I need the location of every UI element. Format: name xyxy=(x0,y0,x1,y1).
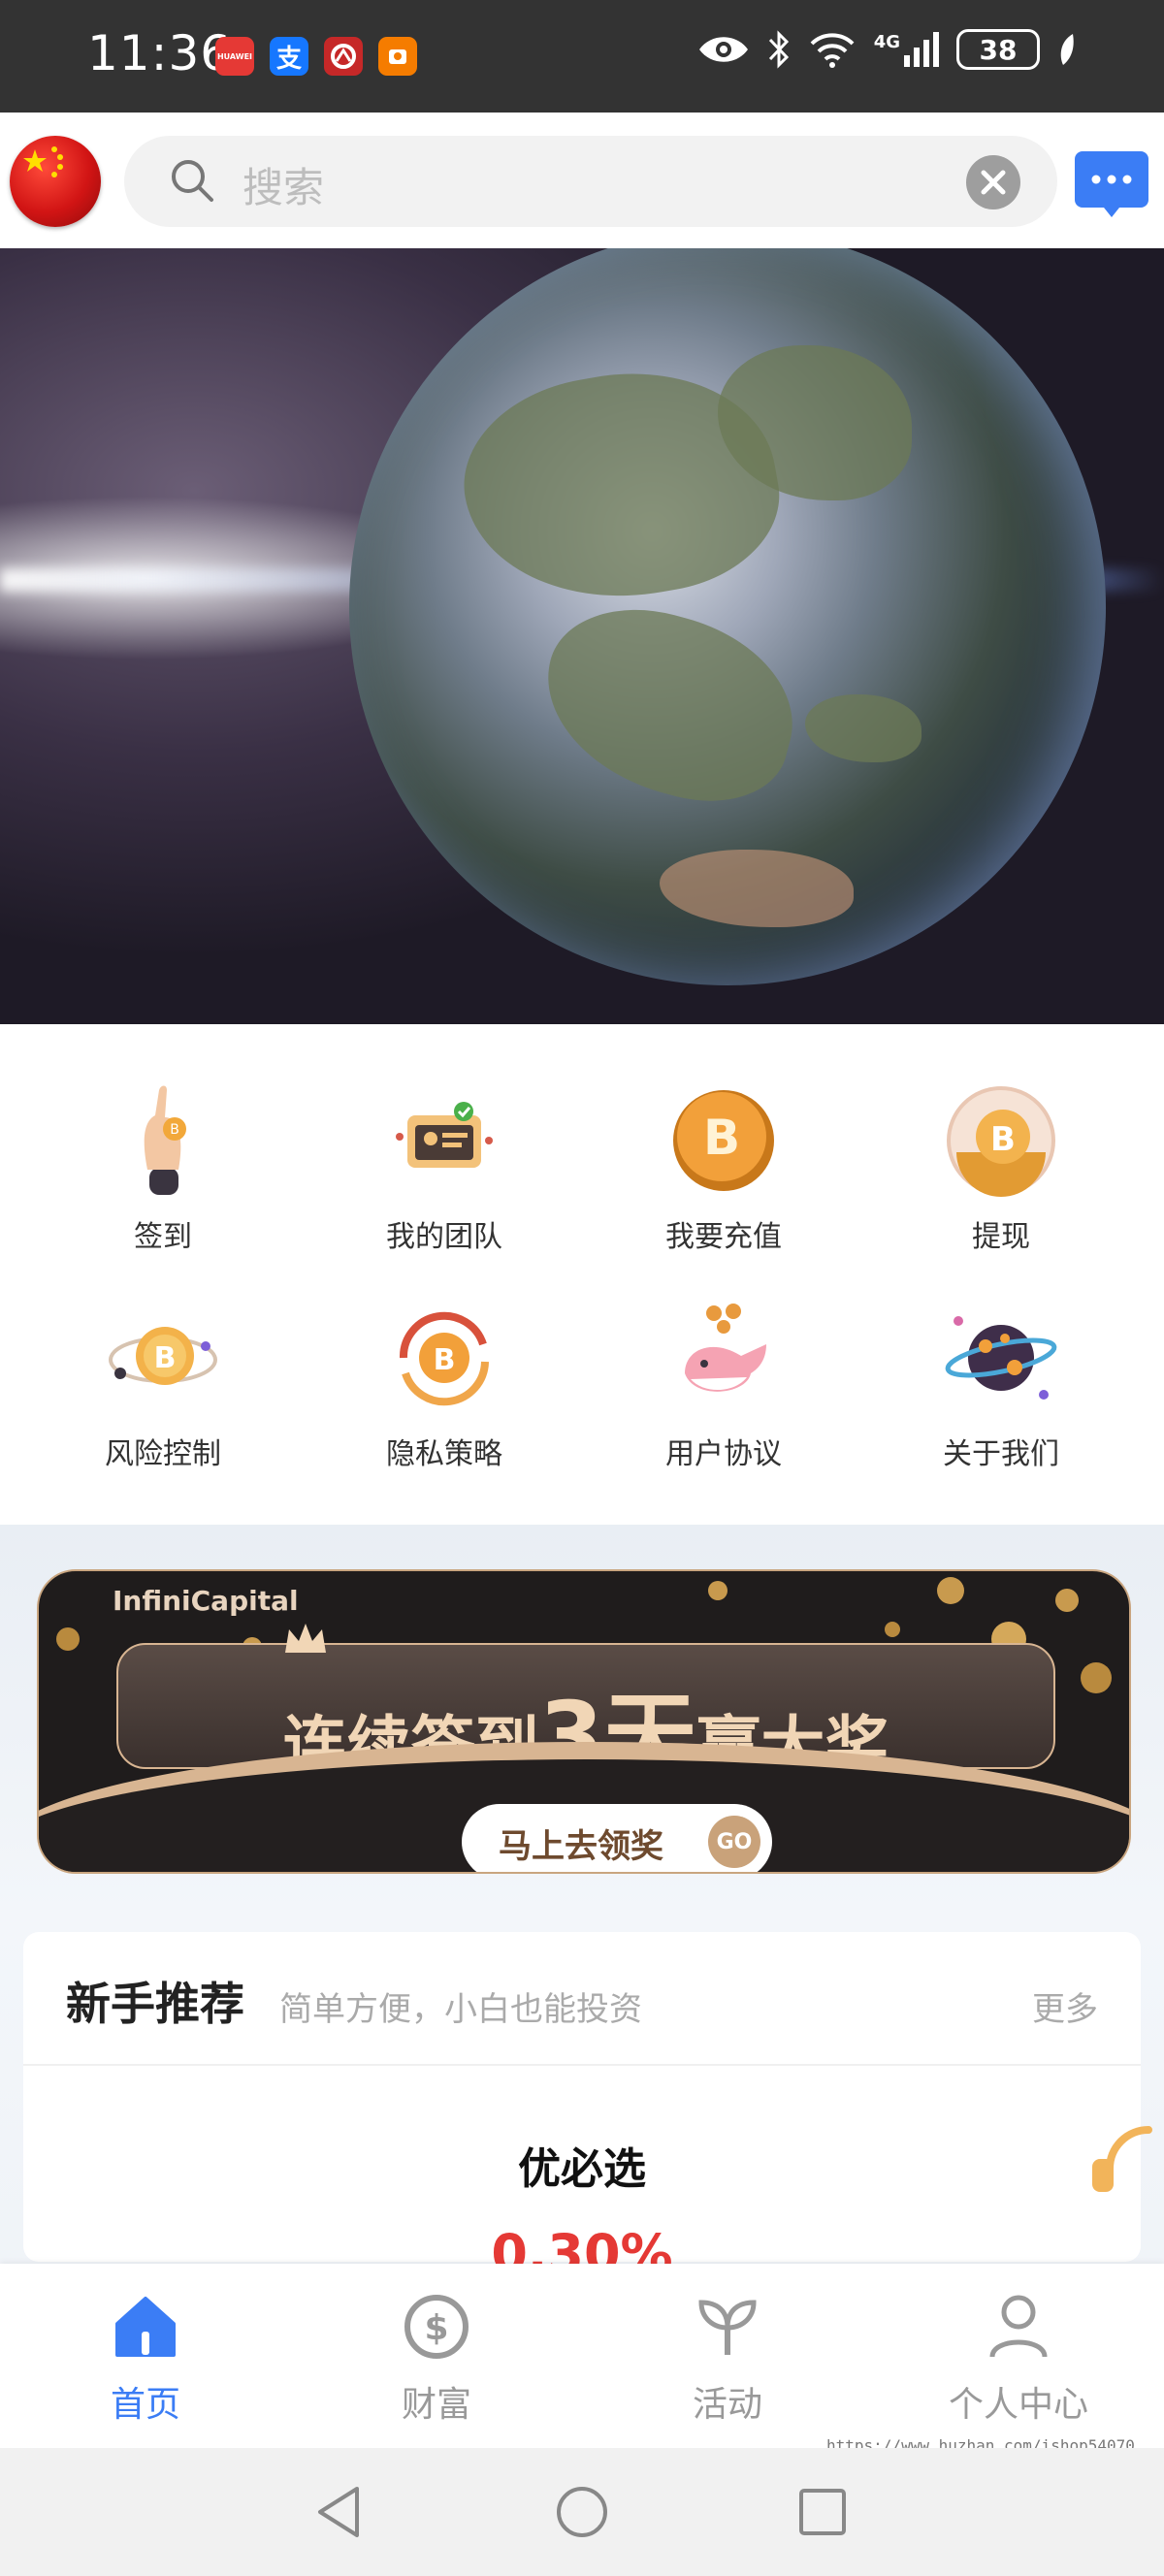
status-app-icons: HUAWEI 支 xyxy=(215,37,417,76)
grid-item-user-agreement[interactable]: 用户协议 xyxy=(607,1300,840,1472)
claim-prize-label: 马上去领奖 xyxy=(499,1827,663,1866)
recent-apps-icon[interactable] xyxy=(797,2487,848,2537)
eye-icon xyxy=(698,37,748,62)
svg-text:$: $ xyxy=(424,2308,448,2348)
tab-home[interactable]: 首页 xyxy=(0,2293,291,2427)
search-icon xyxy=(172,160,213,202)
status-time: 11:36 xyxy=(87,25,233,81)
grid-item-team[interactable]: 我的团队 xyxy=(328,1082,561,1255)
message-button[interactable] xyxy=(1075,151,1148,217)
orange-app-icon xyxy=(378,37,417,76)
search-input[interactable]: 搜索 xyxy=(242,155,324,214)
card-title: 新手推荐 xyxy=(66,1978,244,2030)
tab-label: 财富 xyxy=(401,2385,471,2425)
grid-label: 关于我们 xyxy=(943,1437,1059,1471)
team-card-icon xyxy=(396,1102,493,1168)
product-name[interactable]: 优必选 xyxy=(23,2134,1141,2196)
china-flag-icon xyxy=(23,146,63,177)
status-bar: 11:36 HUAWEI 支 4G 38 xyxy=(0,0,1164,113)
customer-service-icon[interactable] xyxy=(1090,2110,1164,2217)
grid-label: 隐私策略 xyxy=(386,1437,502,1471)
whale-icon xyxy=(685,1304,766,1392)
grid-label: 我要充值 xyxy=(665,1220,782,1254)
claim-prize-button[interactable]: 马上去领奖 GO xyxy=(462,1804,772,1872)
card-subtitle: 简单方便，小白也能投资 xyxy=(279,1990,642,2029)
earth-globe-image xyxy=(349,248,1106,985)
svg-text:B: B xyxy=(154,1341,177,1375)
top-header: 搜索 xyxy=(0,113,1164,248)
hand-coin-icon: B xyxy=(144,1085,186,1195)
tab-label: 个人中心 xyxy=(948,2385,1088,2425)
tab-wealth[interactable]: $ 财富 xyxy=(291,2293,582,2427)
grid-label: 风险控制 xyxy=(105,1437,221,1471)
grid-item-privacy[interactable]: B 隐私策略 xyxy=(328,1300,561,1472)
risk-orbit-icon: B xyxy=(109,1327,217,1385)
planet-icon xyxy=(945,1316,1057,1400)
battery-indicator: 38 xyxy=(956,29,1040,70)
grid-item-checkin[interactable]: B 签到 xyxy=(47,1082,279,1255)
grid-label: 提现 xyxy=(972,1220,1030,1254)
tab-label: 首页 xyxy=(110,2385,180,2425)
crown-icon xyxy=(285,1624,326,1653)
privacy-cycle-icon: B xyxy=(399,1311,489,1406)
svg-text:B: B xyxy=(434,1343,456,1377)
grid-item-risk-control[interactable]: B 风险控制 xyxy=(47,1300,279,1472)
tab-activity[interactable]: 活动 xyxy=(582,2293,873,2427)
grid-item-withdraw[interactable]: B 提现 xyxy=(885,1082,1117,1255)
clear-search-button[interactable] xyxy=(966,155,1020,209)
status-indicators: 4G 38 xyxy=(697,29,1077,70)
battery-level: 38 xyxy=(979,33,1018,66)
grid-item-about-us[interactable]: 关于我们 xyxy=(885,1300,1117,1472)
wifi-icon xyxy=(810,33,855,68)
bank-app-icon xyxy=(324,37,363,76)
bitcoin-coin-icon: B xyxy=(673,1090,774,1191)
more-link[interactable]: 更多 xyxy=(1032,1982,1098,2030)
hero-banner[interactable] xyxy=(0,248,1164,1024)
svg-text:B: B xyxy=(990,1120,1016,1159)
home-circle-icon[interactable] xyxy=(555,2485,609,2539)
sprout-icon xyxy=(698,2300,757,2355)
dollar-circle-icon: $ xyxy=(404,2295,469,2359)
alipay-app-icon: 支 xyxy=(270,37,308,76)
beginner-recommend-card: 新手推荐 简单方便，小白也能投资 更多 优必选 0.30% xyxy=(23,1932,1141,2284)
search-bar[interactable]: 搜索 xyxy=(124,136,1057,227)
network-type: 4G xyxy=(873,32,900,52)
grid-label: 签到 xyxy=(134,1220,192,1254)
coin-globe-icon: B xyxy=(947,1086,1055,1197)
go-badge: GO xyxy=(708,1816,760,1868)
bluetooth-icon xyxy=(768,30,789,69)
svg-text:B: B xyxy=(170,1122,179,1138)
grid-item-recharge[interactable]: B 我要充值 xyxy=(607,1082,840,1255)
card-header: 新手推荐 简单方便，小白也能投资 更多 xyxy=(23,1932,1141,2066)
svg-text:B: B xyxy=(703,1110,740,1166)
chat-bubble-icon xyxy=(1091,175,1132,217)
close-icon xyxy=(981,170,1006,195)
bottom-tab-bar: 首页 $ 财富 活动 个人中心 xyxy=(0,2264,1164,2448)
person-icon xyxy=(989,2295,1048,2358)
grid-label: 用户协议 xyxy=(665,1437,782,1471)
system-navigation-bar xyxy=(0,2448,1164,2576)
checkin-promo-banner[interactable]: InfiniCapital 连续签到3天赢大奖 马上去领奖 GO xyxy=(37,1569,1131,1874)
leaf-icon xyxy=(1060,34,1074,65)
grid-label: 我的团队 xyxy=(386,1220,502,1254)
function-grid: B 签到 我的团队 B 我要充值 B 提现 B 风险控制 B 隐私策略 用户协议… xyxy=(0,1024,1164,1525)
cellular-signal-icon: 4G xyxy=(874,32,939,67)
home-icon xyxy=(115,2297,176,2357)
tab-label: 活动 xyxy=(692,2385,762,2425)
huawei-app-icon: HUAWEI xyxy=(215,37,254,76)
tab-profile[interactable]: 个人中心 xyxy=(873,2293,1164,2427)
language-flag-button[interactable] xyxy=(10,136,101,227)
back-icon[interactable] xyxy=(312,2483,365,2541)
